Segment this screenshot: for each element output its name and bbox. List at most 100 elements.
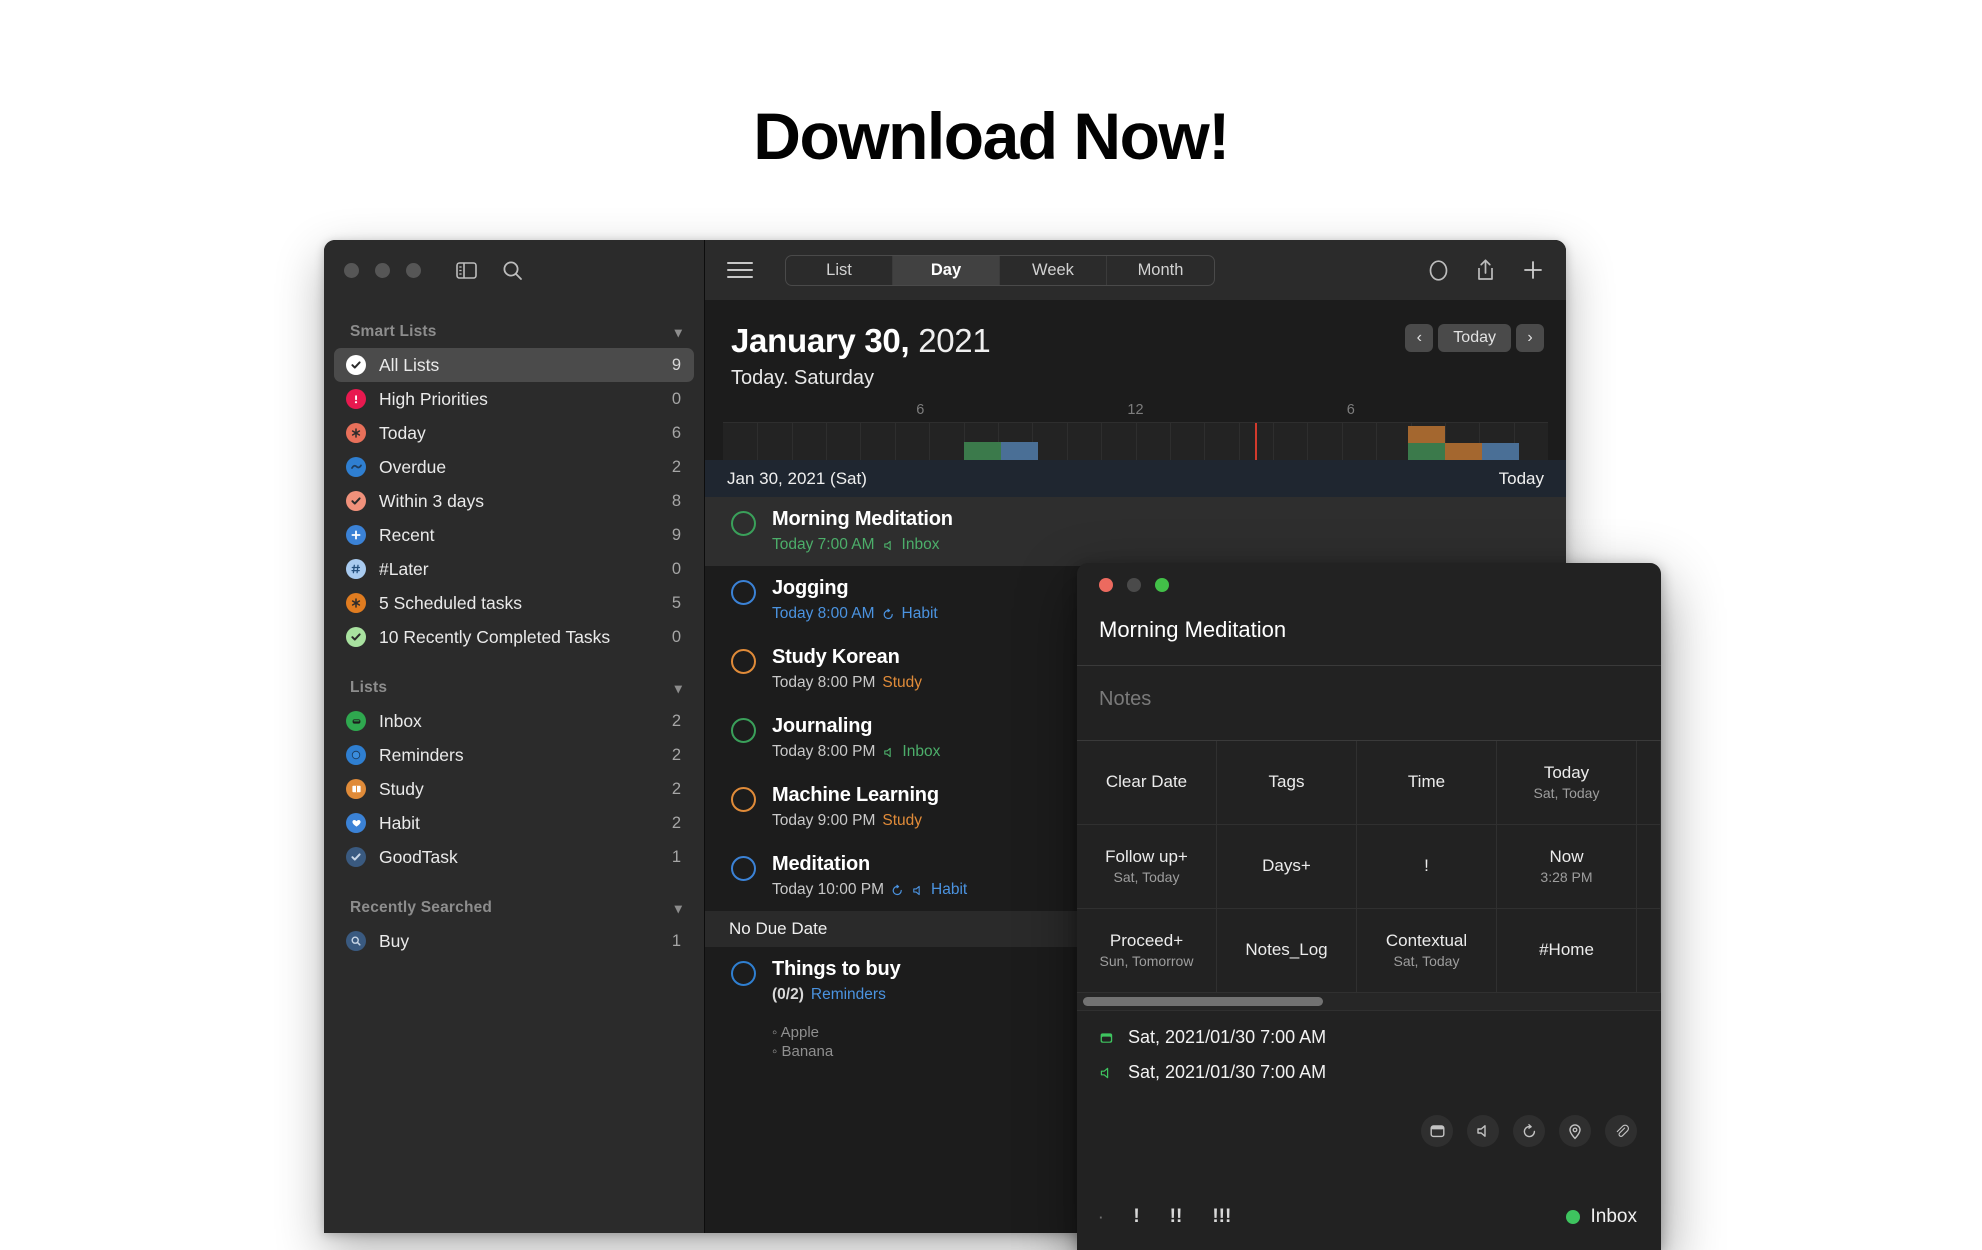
sidebar-item-overdue[interactable]: Overdue2 xyxy=(334,450,694,484)
priority-option-0[interactable]: · xyxy=(1099,1210,1103,1225)
minimize-button[interactable] xyxy=(1127,578,1141,592)
window-traffic-lights[interactable] xyxy=(344,263,421,278)
alert-icon[interactable] xyxy=(1467,1115,1499,1147)
sidebar-group-header-smart-lists[interactable]: Smart Lists▾ xyxy=(324,314,704,348)
scrollbar-thumb[interactable] xyxy=(1083,997,1323,1006)
sidebar-group-header-lists[interactable]: Lists▾ xyxy=(324,670,704,704)
tab-month[interactable]: Month xyxy=(1107,256,1214,285)
task-checkbox[interactable] xyxy=(731,787,756,812)
task-checkbox[interactable] xyxy=(731,580,756,605)
sidebar: Smart Lists▾All Lists9High Priorities0To… xyxy=(324,240,705,1233)
timeline-event-block[interactable] xyxy=(1408,426,1445,443)
location-icon[interactable] xyxy=(1559,1115,1591,1147)
task-meta: Today 10:00 PMHabit xyxy=(772,881,967,899)
sidebar-item-high-priorities[interactable]: High Priorities0 xyxy=(334,382,694,416)
detail-date-row[interactable]: Sat, 2021/01/30 7:00 AM xyxy=(1099,1062,1639,1083)
action-cell-follow-up[interactable]: Follow up+Sat, Today xyxy=(1077,825,1217,909)
sidebar-item-5-scheduled-tasks[interactable]: 5 Scheduled tasks5 xyxy=(334,586,694,620)
action-cell-notes-log[interactable]: Notes_Log xyxy=(1217,909,1357,993)
sidebar-item-10-recently-completed-tasks[interactable]: 10 Recently Completed Tasks0 xyxy=(334,620,694,654)
header-subtitle: Today. Saturday xyxy=(731,367,1540,390)
sidebar-item-inbox[interactable]: Inbox2 xyxy=(334,704,694,738)
sidebar-toggle-icon[interactable] xyxy=(451,255,481,285)
timeline-tick xyxy=(860,423,861,460)
date-header: January 30, 2021 Today. Saturday ‹ Today… xyxy=(705,300,1566,396)
share-icon[interactable] xyxy=(1475,258,1496,282)
priority-option-2[interactable]: !! xyxy=(1170,1206,1183,1228)
chevron-down-icon[interactable]: ▾ xyxy=(675,681,682,695)
task-checkbox[interactable] xyxy=(731,718,756,743)
action-cell-home[interactable]: #Home xyxy=(1497,909,1637,993)
action-cell-today[interactable]: TodaySat, Today xyxy=(1497,741,1637,825)
action-cell-partial[interactable] xyxy=(1637,909,1661,993)
priority-selector[interactable]: ·!!!!!! xyxy=(1099,1206,1231,1228)
action-label: Now xyxy=(1549,848,1583,867)
action-cell-partial[interactable] xyxy=(1637,825,1661,909)
task-row[interactable]: Morning MeditationToday 7:00 AMInbox xyxy=(705,497,1566,566)
tab-day[interactable]: Day xyxy=(893,256,1000,285)
sidebar-item-all-lists[interactable]: All Lists9 xyxy=(334,348,694,382)
sidebar-item-study[interactable]: Study2 xyxy=(334,772,694,806)
zoom-button[interactable] xyxy=(1155,578,1169,592)
timeline-event-block[interactable] xyxy=(1445,443,1482,460)
action-cell-time[interactable]: Time xyxy=(1357,741,1497,825)
repeat-icon[interactable] xyxy=(1513,1115,1545,1147)
sidebar-item-later[interactable]: #Later0 xyxy=(334,552,694,586)
sidebar-item-goodtask[interactable]: GoodTask1 xyxy=(334,840,694,874)
action-cell-now[interactable]: Now3:28 PM xyxy=(1497,825,1637,909)
close-button[interactable] xyxy=(344,263,359,278)
task-checkbox[interactable] xyxy=(731,511,756,536)
task-list-name: Habit xyxy=(902,605,938,623)
today-button[interactable]: Today xyxy=(1438,324,1511,352)
action-cell-partial[interactable] xyxy=(1637,741,1661,825)
action-cell-clear-date[interactable]: Clear Date xyxy=(1077,741,1217,825)
zoom-button[interactable] xyxy=(406,263,421,278)
alert-icon xyxy=(882,746,895,759)
timeline-event-block[interactable] xyxy=(1001,442,1038,461)
action-cell-contextual[interactable]: ContextualSat, Today xyxy=(1357,909,1497,993)
chevron-down-icon[interactable]: ▾ xyxy=(675,901,682,915)
detail-notes-field[interactable]: Notes xyxy=(1077,666,1661,741)
chevron-down-icon[interactable]: ▾ xyxy=(675,325,682,339)
sidebar-item-buy[interactable]: Buy1 xyxy=(334,924,694,958)
next-day-button[interactable]: › xyxy=(1516,324,1544,352)
attachment-icon[interactable] xyxy=(1605,1115,1637,1147)
detail-list-badge[interactable]: Inbox xyxy=(1566,1206,1637,1228)
tab-list[interactable]: List xyxy=(786,256,893,285)
action-cell-[interactable]: ! xyxy=(1357,825,1497,909)
sidebar-item-label: All Lists xyxy=(379,355,659,376)
search-icon[interactable] xyxy=(497,255,527,285)
detail-horizontal-scrollbar[interactable] xyxy=(1077,993,1661,1011)
sidebar-item-reminders[interactable]: Reminders2 xyxy=(334,738,694,772)
sidebar-item-within-3-days[interactable]: Within 3 days8 xyxy=(334,484,694,518)
plus-icon[interactable] xyxy=(1522,259,1544,281)
minimize-button[interactable] xyxy=(375,263,390,278)
action-sublabel: Sat, Today xyxy=(1534,785,1600,801)
timeline-event-block[interactable] xyxy=(1482,443,1519,460)
sidebar-item-recent[interactable]: Recent9 xyxy=(334,518,694,552)
action-cell-tags[interactable]: Tags xyxy=(1217,741,1357,825)
priority-option-1[interactable]: ! xyxy=(1133,1206,1139,1228)
priority-option-3[interactable]: !!! xyxy=(1212,1206,1231,1228)
tab-week[interactable]: Week xyxy=(1000,256,1107,285)
previous-day-button[interactable]: ‹ xyxy=(1405,324,1433,352)
sidebar-group-header-recently-searched[interactable]: Recently Searched▾ xyxy=(324,890,704,924)
task-checkbox[interactable] xyxy=(731,649,756,674)
timeline-event-block[interactable] xyxy=(964,442,1001,461)
hamburger-menu-icon[interactable] xyxy=(727,262,753,278)
task-checkbox[interactable] xyxy=(731,961,756,986)
timeline-event-block[interactable] xyxy=(1408,443,1445,460)
action-cell-proceed[interactable]: Proceed+Sun, Tomorrow xyxy=(1077,909,1217,993)
calendar-icon[interactable] xyxy=(1421,1115,1453,1147)
timeline-bar[interactable] xyxy=(723,422,1548,460)
sidebar-item-today[interactable]: Today6 xyxy=(334,416,694,450)
detail-date-row[interactable]: Sat, 2021/01/30 7:00 AM xyxy=(1099,1027,1639,1048)
circle-icon[interactable] xyxy=(1428,259,1449,282)
task-checkbox[interactable] xyxy=(731,856,756,881)
close-button[interactable] xyxy=(1099,578,1113,592)
alert-icon xyxy=(1099,1066,1114,1080)
detail-task-title[interactable]: Morning Meditation xyxy=(1077,607,1661,666)
sidebar-item-habit[interactable]: Habit2 xyxy=(334,806,694,840)
action-cell-days[interactable]: Days+ xyxy=(1217,825,1357,909)
view-mode-tabs[interactable]: ListDayWeekMonth xyxy=(785,255,1215,286)
